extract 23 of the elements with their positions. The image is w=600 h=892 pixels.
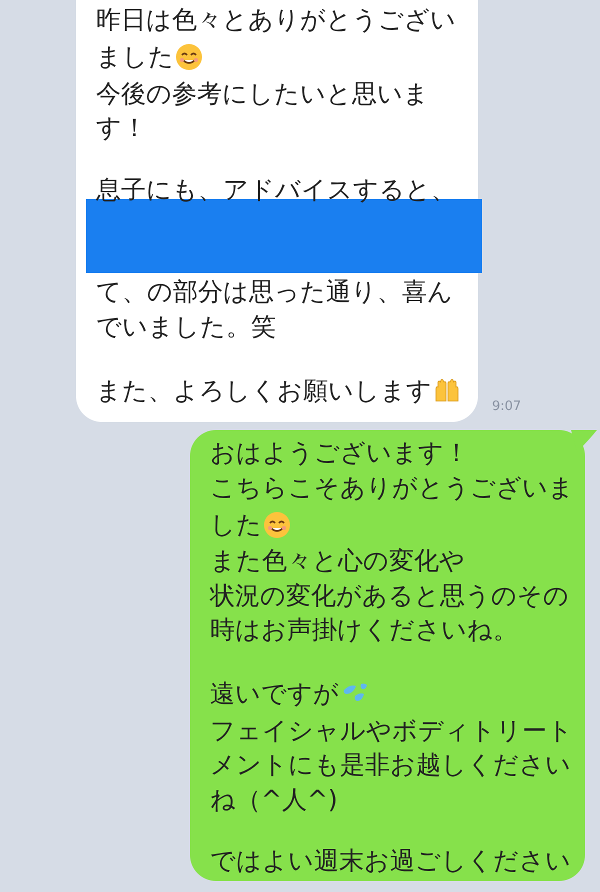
message-text: 遠いですが	[210, 678, 339, 710]
message-text: 息子にも、アドバイスすると、	[96, 174, 456, 206]
message-text: また色々と心の変化や	[210, 545, 465, 578]
message-text: ました	[96, 41, 174, 73]
message-text: 今後の参考にしたいと思いま	[96, 78, 429, 110]
message-text: した	[210, 508, 262, 540]
message-text: フェイシャルやボディトリート	[210, 714, 573, 747]
smiley-icon	[263, 510, 291, 538]
message-text: 時はお声掛けくださいね。	[210, 614, 518, 646]
message-text: また、よろしくお願いします	[96, 374, 432, 406]
raised-hands-icon	[433, 376, 461, 404]
message-text: おはようございます！	[210, 437, 469, 470]
smiley-icon	[175, 43, 203, 71]
message-text: 昨日は色々とありがとうござい	[96, 4, 456, 36]
message-text: メントにも是非お越しください	[210, 749, 571, 782]
message-text: ね（^人^)	[210, 784, 338, 816]
message-text: ではよい週末お過ごしください	[210, 845, 571, 878]
timestamp: 9:07	[492, 398, 522, 416]
message-text: こちらこそありがとうございま	[210, 472, 574, 504]
message-text: す！	[96, 112, 147, 144]
message-text: でいました。笑	[96, 310, 276, 343]
message-text: 状況の変化があると思うのその	[210, 580, 569, 612]
message-text: て、の部分は思った通り、喜ん	[96, 276, 453, 308]
